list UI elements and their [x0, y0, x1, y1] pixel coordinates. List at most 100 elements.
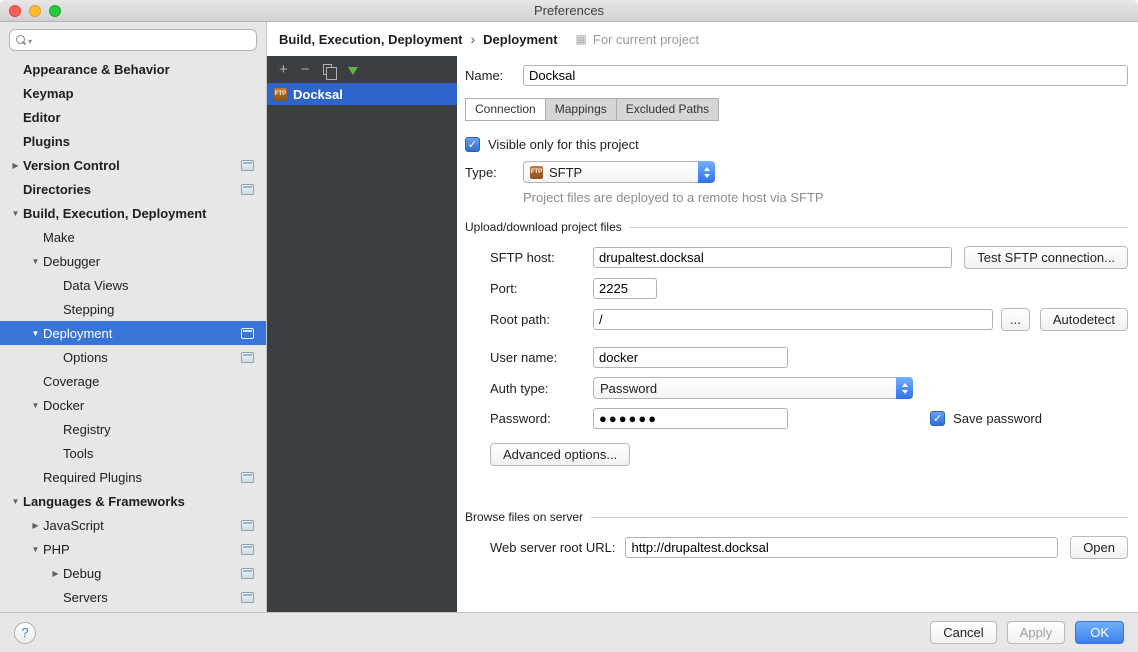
sidebar-item-label: Docker: [43, 398, 266, 413]
root-path-input[interactable]: [593, 309, 993, 330]
help-icon: ?: [21, 625, 28, 640]
project-scope-icon: [241, 520, 254, 531]
minimize-window-button[interactable]: [29, 5, 41, 17]
chevron-down-icon[interactable]: ▼: [28, 329, 43, 338]
sidebar-item-keymap[interactable]: Keymap: [0, 81, 266, 105]
sidebar-item-appearance-behavior[interactable]: Appearance & Behavior: [0, 57, 266, 81]
sidebar-item-label: PHP: [43, 542, 241, 557]
sidebar-item-directories[interactable]: Directories: [0, 177, 266, 201]
search-history-chevron-icon[interactable]: ▾: [28, 37, 32, 46]
open-button[interactable]: Open: [1070, 536, 1128, 559]
scope-indicator: ▦ For current project: [576, 32, 700, 47]
port-input[interactable]: [593, 278, 657, 299]
sidebar-item-editor[interactable]: Editor: [0, 105, 266, 129]
sidebar-item-debug[interactable]: ▶Debug: [0, 561, 266, 585]
cancel-button[interactable]: Cancel: [930, 621, 996, 644]
tab-excluded-paths[interactable]: Excluded Paths: [616, 98, 719, 121]
visible-only-checkbox[interactable]: ✓: [465, 137, 480, 152]
save-password-checkbox[interactable]: ✓: [930, 411, 945, 426]
section-divider: [630, 227, 1128, 228]
user-name-label: User name:: [490, 350, 585, 365]
chevron-right-icon[interactable]: ▶: [28, 521, 43, 530]
remove-icon[interactable]: −: [301, 62, 310, 77]
sidebar-item-version-control[interactable]: ▶Version Control: [0, 153, 266, 177]
sidebar-item-label: Version Control: [23, 158, 241, 173]
sidebar-item-make[interactable]: Make: [0, 225, 266, 249]
port-label: Port:: [490, 281, 585, 296]
sidebar-item-label: Coverage: [43, 374, 266, 389]
ok-button[interactable]: OK: [1075, 621, 1124, 644]
web-root-input[interactable]: [625, 537, 1058, 558]
sidebar-item-label: Stepping: [63, 302, 266, 317]
breadcrumb-parent[interactable]: Build, Execution, Deployment: [279, 32, 462, 47]
auth-type-row: Auth type: Password: [490, 377, 1128, 399]
save-password-label: Save password: [953, 411, 1042, 426]
sidebar-item-build-execution-deployment[interactable]: ▼Build, Execution, Deployment: [0, 201, 266, 225]
sidebar-item-debugger[interactable]: ▼Debugger: [0, 249, 266, 273]
project-scope-icon: [241, 184, 254, 195]
server-list-panel: + − FTPDocksal: [267, 56, 457, 612]
advanced-options-button[interactable]: Advanced options...: [490, 443, 630, 466]
sidebar-item-docker[interactable]: ▼Docker: [0, 393, 266, 417]
browse-section-title: Browse files on server: [465, 510, 583, 524]
chevron-down-icon[interactable]: ▼: [28, 257, 43, 266]
chevron-down-icon[interactable]: ▼: [28, 545, 43, 554]
sidebar-item-label: Options: [63, 350, 241, 365]
tab-connection[interactable]: Connection: [465, 98, 546, 121]
sidebar-item-label: Registry: [63, 422, 266, 437]
sidebar-item-label: Editor: [23, 110, 266, 125]
scope-text: For current project: [593, 32, 699, 47]
import-icon[interactable]: [348, 67, 358, 75]
sidebar-item-plugins[interactable]: Plugins: [0, 129, 266, 153]
chevron-right-icon[interactable]: ▶: [48, 569, 63, 578]
sidebar-item-options[interactable]: Options: [0, 345, 266, 369]
name-input[interactable]: [523, 65, 1128, 86]
password-input[interactable]: [593, 408, 788, 429]
type-select[interactable]: FTP SFTP: [523, 161, 715, 183]
user-name-input[interactable]: [593, 347, 788, 368]
sidebar-item-data-views[interactable]: Data Views: [0, 273, 266, 297]
sidebar-item-coverage[interactable]: Coverage: [0, 369, 266, 393]
browse-root-button[interactable]: ...: [1001, 308, 1030, 331]
search-input[interactable]: [36, 33, 250, 48]
sidebar-item-stepping[interactable]: Stepping: [0, 297, 266, 321]
project-grid-icon: ▦: [576, 32, 587, 46]
server-list-item[interactable]: FTPDocksal: [267, 83, 457, 105]
chevron-right-icon[interactable]: ▶: [8, 161, 23, 170]
settings-search-box[interactable]: ▾: [9, 29, 257, 51]
sidebar-item-label: JavaScript: [43, 518, 241, 533]
chevron-down-icon[interactable]: ▼: [8, 209, 23, 218]
test-connection-button[interactable]: Test SFTP connection...: [964, 246, 1128, 269]
chevron-down-icon[interactable]: ▼: [28, 401, 43, 410]
sidebar-item-tools[interactable]: Tools: [0, 441, 266, 465]
chevron-down-icon[interactable]: ▼: [8, 497, 23, 506]
web-root-label: Web server root URL:: [490, 540, 615, 555]
copy-icon[interactable]: [323, 64, 332, 75]
sidebar-item-label: Tools: [63, 446, 266, 461]
autodetect-button[interactable]: Autodetect: [1040, 308, 1128, 331]
sidebar-item-deployment[interactable]: ▼Deployment: [0, 321, 266, 345]
sidebar-item-required-plugins[interactable]: Required Plugins: [0, 465, 266, 489]
name-row: Name:: [465, 65, 1128, 86]
password-row: Password: ✓ Save password: [490, 408, 1128, 429]
advanced-row: Advanced options...: [490, 443, 1128, 466]
breadcrumb-current: Deployment: [483, 32, 557, 47]
close-window-button[interactable]: [9, 5, 21, 17]
help-button[interactable]: ?: [14, 622, 36, 644]
content-area: Build, Execution, Deployment › Deploymen…: [267, 22, 1138, 612]
tab-mappings[interactable]: Mappings: [545, 98, 617, 121]
upload-section-header: Upload/download project files: [465, 220, 1128, 234]
sftp-host-input[interactable]: [593, 247, 952, 268]
root-path-row: Root path: ... Autodetect: [490, 308, 1128, 331]
sidebar-item-servers[interactable]: Servers: [0, 585, 266, 609]
auth-type-select[interactable]: Password: [593, 377, 913, 399]
zoom-window-button[interactable]: [49, 5, 61, 17]
apply-button[interactable]: Apply: [1007, 621, 1066, 644]
sidebar-item-registry[interactable]: Registry: [0, 417, 266, 441]
sidebar-item-languages-frameworks[interactable]: ▼Languages & Frameworks: [0, 489, 266, 513]
sftp-host-row: SFTP host: Test SFTP connection...: [490, 246, 1128, 269]
sidebar-item-php[interactable]: ▼PHP: [0, 537, 266, 561]
sidebar-item-javascript[interactable]: ▶JavaScript: [0, 513, 266, 537]
sidebar-item-label: Debug: [63, 566, 241, 581]
add-icon[interactable]: +: [279, 62, 288, 77]
